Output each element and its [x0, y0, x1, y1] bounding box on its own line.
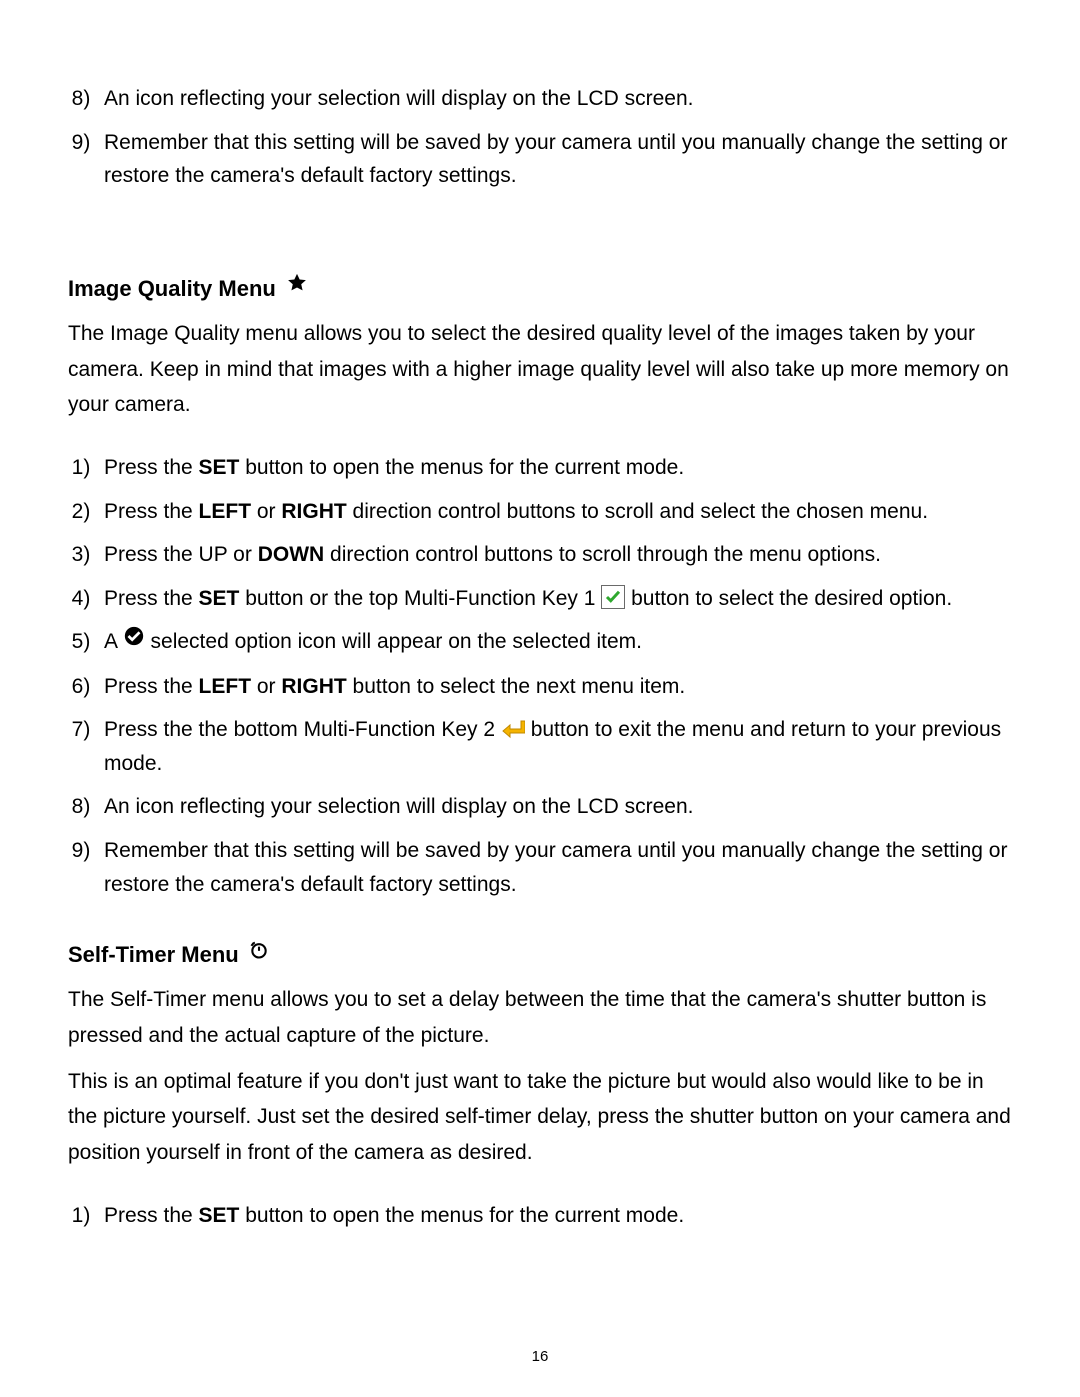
set-label: SET — [199, 456, 240, 479]
step-text: or — [251, 675, 281, 698]
set-label: SET — [199, 587, 240, 610]
step-text: Press the — [104, 456, 199, 479]
self-timer-steps: Press the SET button to open the menus f… — [68, 1199, 1012, 1233]
set-label: SET — [199, 1204, 240, 1227]
star-icon — [286, 269, 308, 304]
step-text: direction control buttons to scroll thro… — [324, 543, 881, 566]
right-label: RIGHT — [281, 500, 346, 523]
heading-text: Self-Timer Menu — [68, 937, 239, 972]
page-number: 16 — [0, 1345, 1080, 1369]
self-timer-heading: Self-Timer Menu — [68, 937, 1012, 972]
step-text: Remember that this setting will be saved… — [104, 839, 1007, 896]
step-text: button to open the menus for the current… — [239, 1204, 684, 1227]
step-text: Press the — [104, 675, 199, 698]
left-label: LEFT — [199, 500, 252, 523]
step-text: Press the — [104, 500, 199, 523]
list-item: Press the LEFT or RIGHT button to select… — [102, 670, 1012, 704]
down-label: DOWN — [258, 543, 325, 566]
list-item: Press the SET button to open the menus f… — [102, 451, 1012, 485]
list-item: Remember that this setting will be saved… — [102, 834, 1012, 901]
list-item: Remember that this setting will be saved… — [102, 126, 1012, 193]
list-item: An icon reflecting your selection will d… — [102, 82, 1012, 116]
right-label: RIGHT — [281, 675, 346, 698]
left-label: LEFT — [199, 675, 252, 698]
step-text: Remember that this setting will be saved… — [104, 131, 1007, 188]
list-item: Press the the bottom Multi-Function Key … — [102, 713, 1012, 780]
step-text: direction control buttons to scroll and … — [347, 500, 928, 523]
image-quality-heading: Image Quality Menu — [68, 271, 1012, 306]
step-text: Press the — [104, 587, 199, 610]
continued-steps-list: An icon reflecting your selection will d… — [68, 82, 1012, 193]
self-timer-intro-1: The Self-Timer menu allows you to set a … — [68, 982, 1012, 1053]
heading-text: Image Quality Menu — [68, 271, 276, 306]
step-text: or — [251, 500, 281, 523]
step-text: button to select the next menu item. — [347, 675, 686, 698]
step-text: button or the top Multi-Function Key 1 — [239, 587, 601, 610]
step-text: An icon reflecting your selection will d… — [104, 795, 693, 818]
image-quality-intro: The Image Quality menu allows you to sel… — [68, 316, 1012, 423]
checkmark-green-icon — [601, 585, 625, 609]
list-item: An icon reflecting your selection will d… — [102, 790, 1012, 824]
step-text: button to open the menus for the current… — [239, 456, 684, 479]
list-item: A selected option icon will appear on th… — [102, 625, 1012, 659]
return-arrow-icon — [501, 718, 525, 740]
list-item: Press the LEFT or RIGHT direction contro… — [102, 495, 1012, 529]
step-text: Press the — [104, 1204, 199, 1227]
list-item: Press the SET button or the top Multi-Fu… — [102, 582, 1012, 616]
image-quality-steps: Press the SET button to open the menus f… — [68, 451, 1012, 901]
self-timer-intro-2: This is an optimal feature if you don't … — [68, 1064, 1012, 1171]
step-text: A — [104, 630, 123, 653]
step-text: Press the UP or — [104, 543, 258, 566]
step-text: An icon reflecting your selection will d… — [104, 87, 693, 110]
timer-icon — [249, 935, 269, 970]
list-item: Press the SET button to open the menus f… — [102, 1199, 1012, 1233]
step-text: button to select the desired option. — [631, 587, 952, 610]
check-circle-icon — [123, 624, 145, 658]
step-text: selected option icon will appear on the … — [151, 630, 642, 653]
list-item: Press the UP or DOWN direction control b… — [102, 538, 1012, 572]
step-text: Press the the bottom Multi-Function Key … — [104, 718, 501, 741]
document-page: An icon reflecting your selection will d… — [0, 0, 1080, 1397]
